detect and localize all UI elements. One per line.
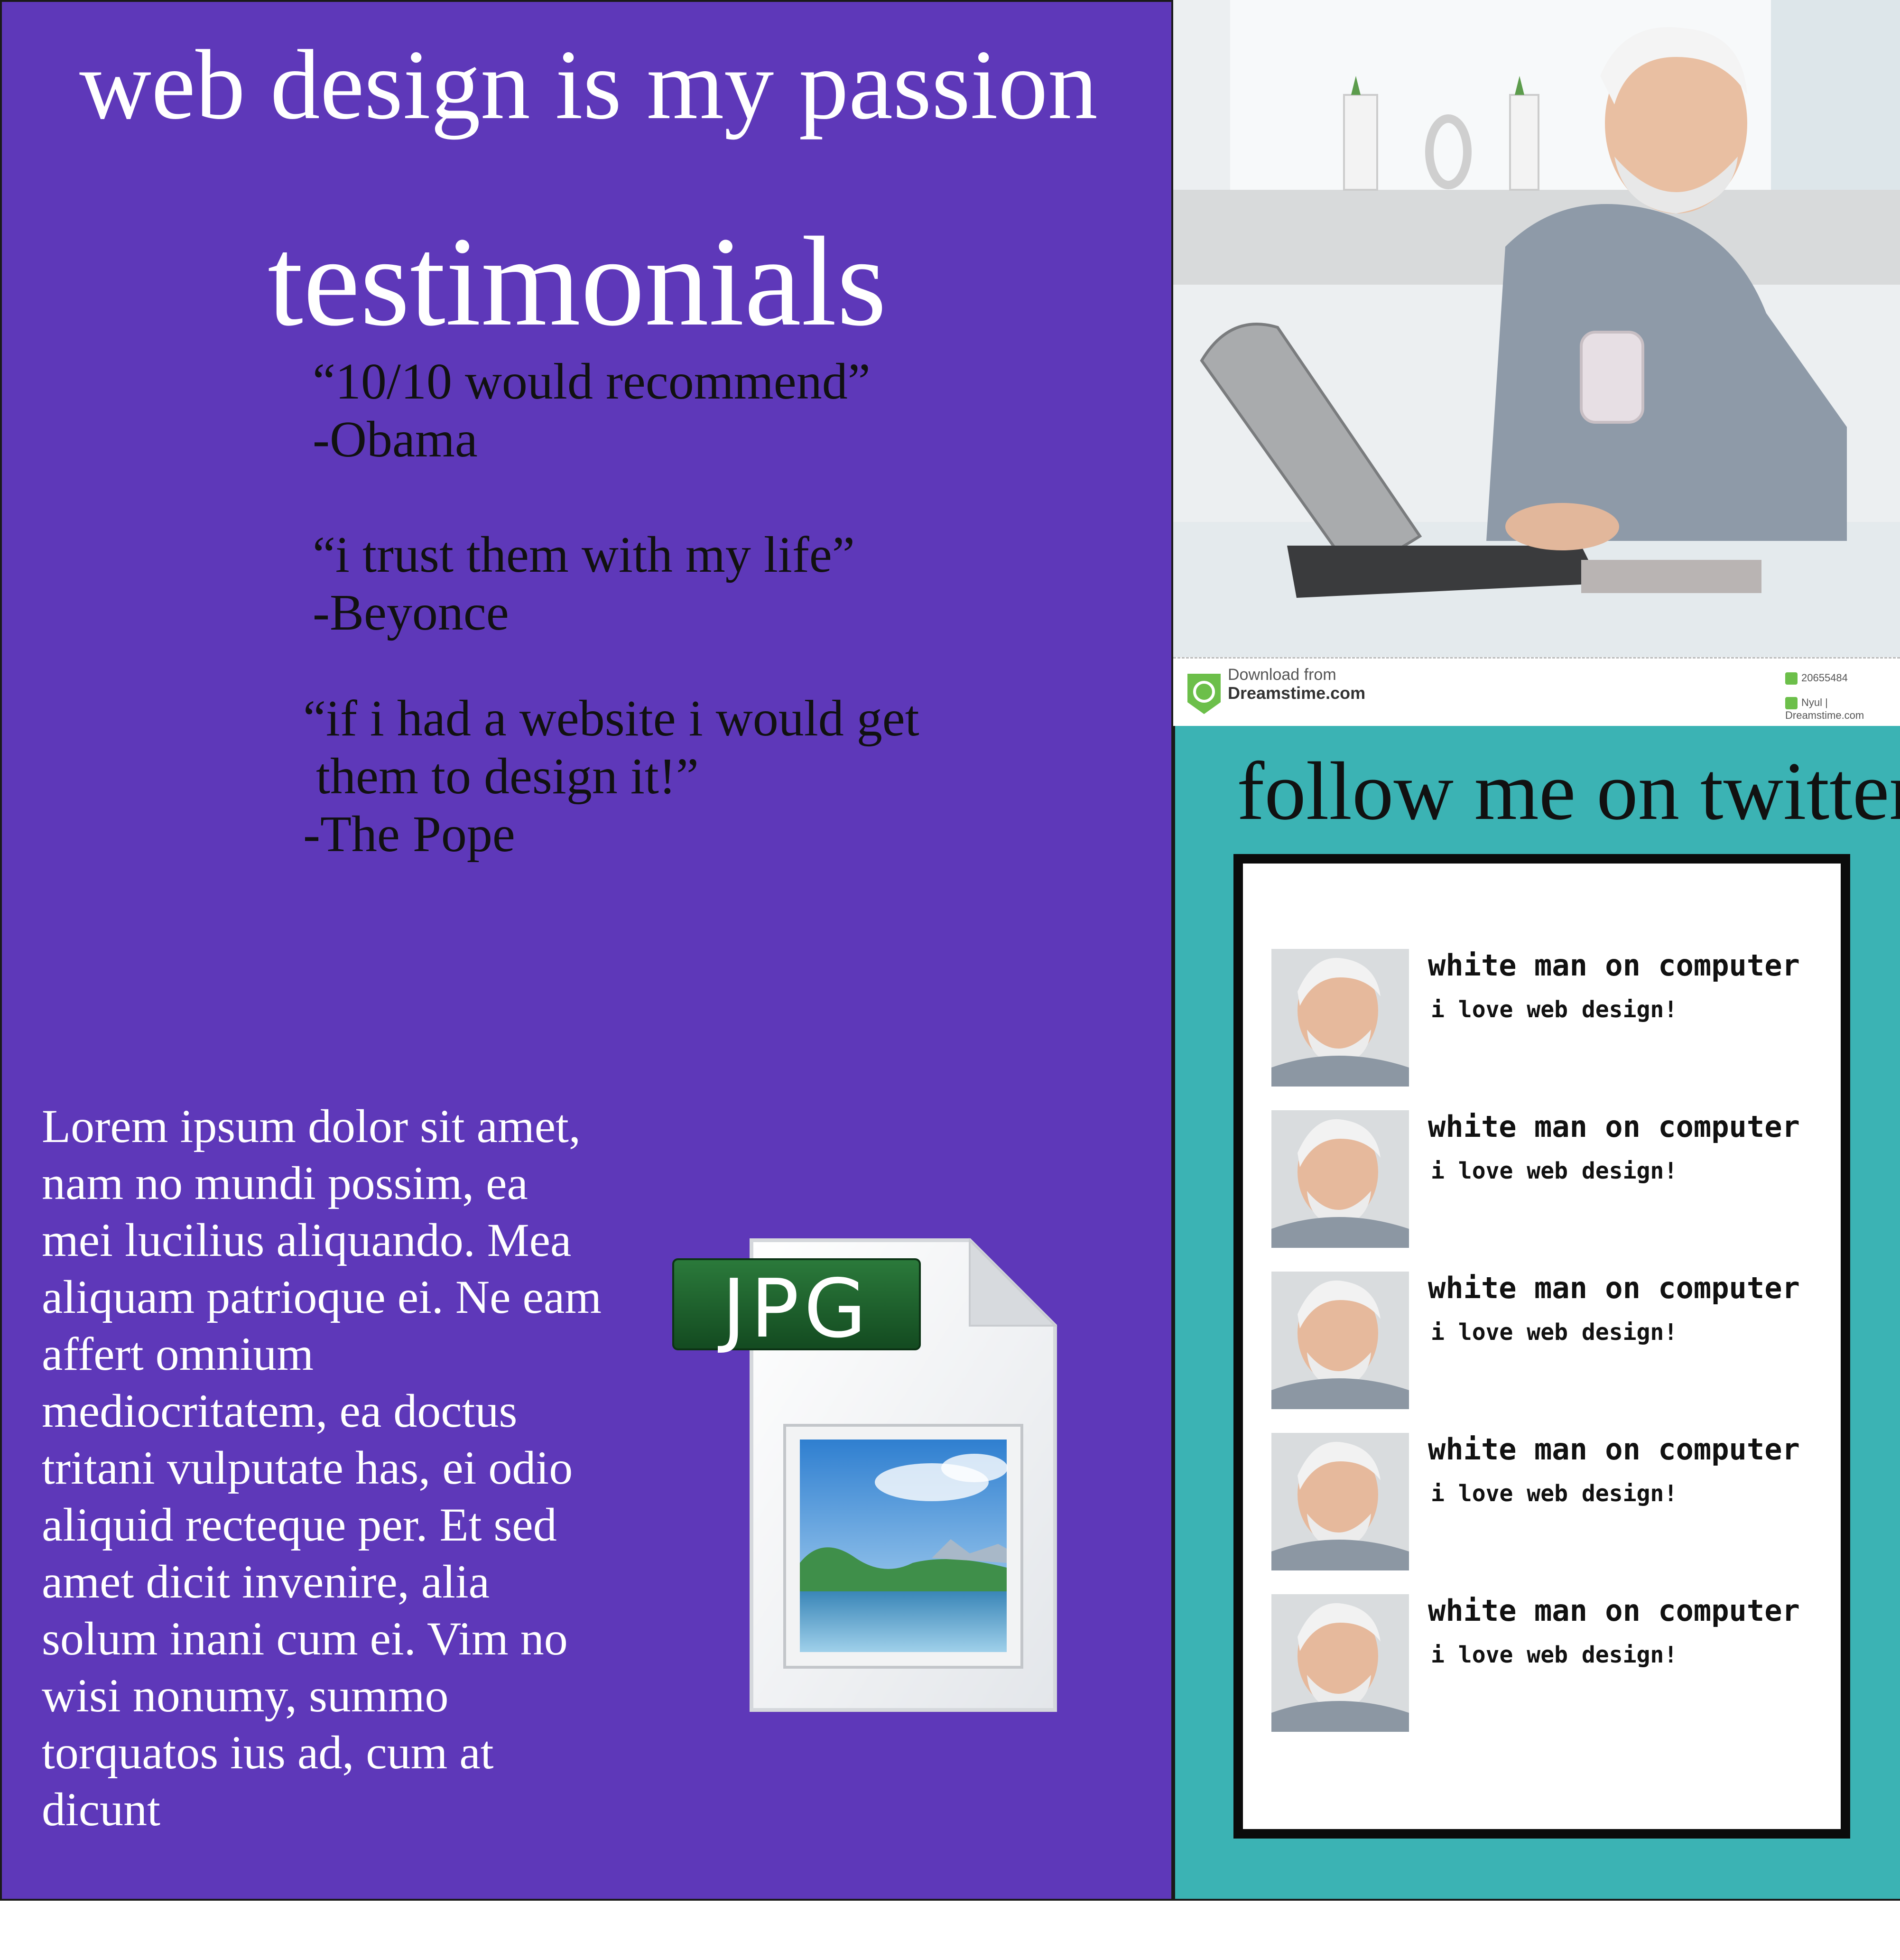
- testimonial-quote-continued: them to design it!”: [303, 748, 699, 805]
- testimonial-author: -Obama: [313, 411, 478, 468]
- twitter-heading: follow me on twitter: [1237, 745, 1900, 837]
- tweet-author[interactable]: white man on computer: [1428, 948, 1800, 983]
- tweet-text: i love web design!: [1431, 1480, 1678, 1507]
- jpg-label: JPG: [722, 1262, 871, 1356]
- tweet-text: i love web design!: [1431, 1158, 1678, 1184]
- tweet[interactable]: white man on computer i love web design!: [1271, 935, 1831, 1087]
- tweet-text: i love web design!: [1431, 996, 1678, 1023]
- id-icon: [1785, 672, 1798, 685]
- tweet-text: i love web design!: [1431, 1319, 1678, 1346]
- tweet[interactable]: white man on computer i love web design!: [1271, 1419, 1831, 1570]
- watermark-site-text: Dreamstime.com: [1228, 683, 1366, 703]
- tweet[interactable]: white man on computer i love web design!: [1271, 1257, 1831, 1409]
- avatar: [1271, 949, 1409, 1087]
- twitter-panel: follow me on twitter white man on comput…: [1173, 726, 1900, 1901]
- testimonial-author: -Beyonce: [313, 585, 509, 641]
- man-with-laptop-photo: [1173, 0, 1900, 660]
- testimonial-quote: “if i had a website i would get: [303, 690, 919, 747]
- tweet-author[interactable]: white man on computer: [1428, 1432, 1800, 1467]
- tweet-author[interactable]: white man on computer: [1428, 1271, 1800, 1305]
- tweet-author[interactable]: white man on computer: [1428, 1593, 1800, 1628]
- image-id: 20655484: [1801, 672, 1848, 684]
- twitter-feed[interactable]: white man on computer i love web design!…: [1233, 854, 1850, 1839]
- tweet-author[interactable]: white man on computer: [1428, 1109, 1800, 1144]
- image-id-badge: 20655484: [1785, 672, 1848, 685]
- testimonial-2: “i trust them with my life” -Beyonce: [313, 526, 855, 642]
- dreamstime-logo-icon: [1187, 674, 1221, 714]
- watermark-banner: Download from Dreamstime.com 20655484 Ny…: [1173, 657, 1900, 726]
- tweet-text: i love web design!: [1431, 1642, 1678, 1668]
- avatar: [1271, 1272, 1409, 1409]
- testimonial-quote: “10/10 would recommend”: [313, 353, 871, 410]
- stock-photo: Download from Dreamstime.com 20655484 Ny…: [1173, 0, 1900, 726]
- photo-credit-badge: Nyul | Dreamstime.com: [1785, 697, 1900, 722]
- main-panel: web design is my passion testimonials “1…: [0, 0, 1173, 1901]
- testimonial-1: “10/10 would recommend” -Obama: [313, 353, 871, 469]
- watermark-download-text: Download from: [1228, 666, 1336, 684]
- avatar: [1271, 1433, 1409, 1570]
- avatar: [1271, 1110, 1409, 1248]
- tweet[interactable]: white man on computer i love web design!: [1271, 1580, 1831, 1732]
- site-title: web design is my passion: [79, 30, 1098, 140]
- testimonial-author: -The Pope: [303, 806, 515, 863]
- testimonial-3: “if i had a website i would get them to …: [303, 690, 919, 864]
- credit-icon: [1785, 697, 1798, 710]
- lorem-paragraph: Lorem ipsum dolor sit amet, nam no mundi…: [42, 1100, 602, 1836]
- tweet[interactable]: white man on computer i love web design!: [1271, 1096, 1831, 1248]
- avatar: [1271, 1594, 1409, 1732]
- testimonial-quote: “i trust them with my life”: [313, 527, 855, 583]
- testimonials-heading: testimonials: [268, 211, 887, 353]
